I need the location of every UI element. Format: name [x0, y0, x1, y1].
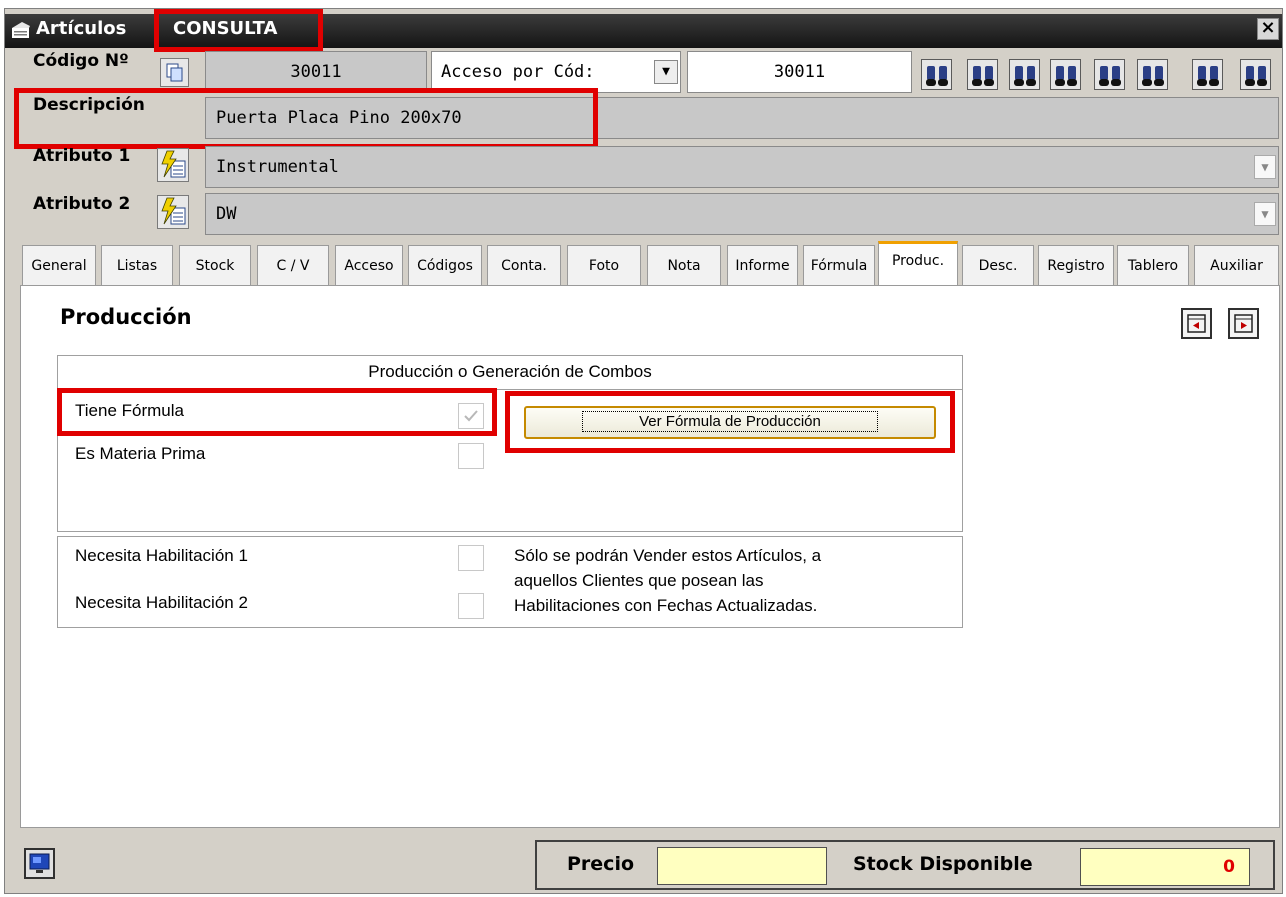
- tab-general[interactable]: General: [22, 245, 96, 285]
- tab-nota[interactable]: Nota: [647, 245, 721, 285]
- next-record-button[interactable]: [1228, 308, 1259, 339]
- search-button-8[interactable]: [1240, 59, 1271, 90]
- tab-cv[interactable]: C / V: [257, 245, 329, 285]
- monitor-button[interactable]: [24, 848, 55, 879]
- tab-conta[interactable]: Conta.: [487, 245, 561, 285]
- monitor-icon: [29, 853, 50, 873]
- close-button[interactable]: ×: [1257, 18, 1279, 40]
- ver-formula-highlight: [505, 391, 955, 453]
- habilitacion1-checkbox[interactable]: [458, 545, 484, 571]
- atributo2-lookup-button[interactable]: [157, 195, 189, 229]
- habilitacion-note-line-3: Habilitaciones con Fechas Actualizadas.: [514, 596, 818, 615]
- tab-produc[interactable]: Produc.: [878, 241, 958, 287]
- habilitacion-note-line-2: aquellos Clientes que posean las: [514, 571, 764, 590]
- habilitacion1-label: Necesita Habilitación 1: [75, 546, 248, 565]
- search-button-3[interactable]: [1009, 59, 1040, 90]
- es-materia-prima-checkbox[interactable]: [458, 443, 484, 469]
- tiene-formula-highlight: [57, 388, 497, 436]
- habilitacion2-checkbox[interactable]: [458, 593, 484, 619]
- chevron-down-icon[interactable]: ▼: [1254, 202, 1276, 226]
- copy-icon: [166, 63, 183, 82]
- tab-stock[interactable]: Stock: [179, 245, 251, 285]
- codigo-field[interactable]: 30011: [205, 51, 427, 93]
- tab-codigos[interactable]: Códigos: [408, 245, 482, 285]
- atributo2-field[interactable]: DW ▼: [205, 193, 1279, 235]
- window-app-icon: [10, 19, 32, 41]
- atributo1-field[interactable]: Instrumental ▼: [205, 146, 1279, 188]
- tab-informe[interactable]: Informe: [727, 245, 798, 285]
- habilitacion-note-line-1: Sólo se podrán Vender estos Artículos, a: [514, 546, 822, 565]
- window-title: Artículos: [36, 18, 127, 39]
- produccion-title: Producción: [60, 305, 192, 329]
- codigo-label: Código Nº: [33, 51, 129, 71]
- combos-group-title: Producción o Generación de Combos: [368, 362, 652, 381]
- copy-code-button[interactable]: [160, 58, 189, 87]
- chevron-down-icon[interactable]: ▼: [1254, 155, 1276, 179]
- atributo2-label: Atributo 2: [33, 194, 131, 214]
- next-page-icon: [1234, 314, 1253, 333]
- lightning-lookup-icon: [161, 197, 186, 225]
- search-button-5[interactable]: [1094, 59, 1125, 90]
- descripcion-highlight: [14, 88, 598, 149]
- tab-tablero[interactable]: Tablero: [1117, 245, 1189, 285]
- habilitacion2-label: Necesita Habilitación 2: [75, 593, 248, 612]
- search-button-4[interactable]: [1050, 59, 1081, 90]
- tab-foto[interactable]: Foto: [567, 245, 641, 285]
- tab-registro[interactable]: Registro: [1038, 245, 1114, 285]
- tab-auxiliar[interactable]: Auxiliar: [1194, 245, 1279, 285]
- tab-desc[interactable]: Desc.: [962, 245, 1034, 285]
- mode-highlight: [154, 9, 323, 52]
- tab-formula[interactable]: Fórmula: [803, 245, 875, 285]
- atributo1-label: Atributo 1: [33, 146, 131, 166]
- search-button-6[interactable]: [1137, 59, 1168, 90]
- prev-record-button[interactable]: [1181, 308, 1212, 339]
- atributo1-lookup-button[interactable]: [157, 148, 189, 182]
- stock-disponible-label: Stock Disponible: [853, 853, 1033, 875]
- precio-field[interactable]: [657, 847, 827, 885]
- stock-disponible-field[interactable]: 0: [1080, 848, 1250, 886]
- tab-listas[interactable]: Listas: [101, 245, 173, 285]
- acceso-select[interactable]: Acceso por Cód: ▼: [431, 51, 681, 93]
- lightning-lookup-icon: [161, 150, 186, 178]
- chevron-down-icon[interactable]: ▼: [654, 60, 678, 84]
- search-button-2[interactable]: [967, 59, 998, 90]
- precio-label: Precio: [567, 853, 635, 875]
- tab-acceso[interactable]: Acceso: [335, 245, 403, 285]
- es-materia-prima-label: Es Materia Prima: [75, 444, 206, 463]
- close-icon: ×: [1260, 17, 1276, 38]
- acceso-value-field[interactable]: 30011: [687, 51, 912, 93]
- prev-page-icon: [1187, 314, 1206, 333]
- search-button-1[interactable]: [921, 59, 952, 90]
- search-button-7[interactable]: [1192, 59, 1223, 90]
